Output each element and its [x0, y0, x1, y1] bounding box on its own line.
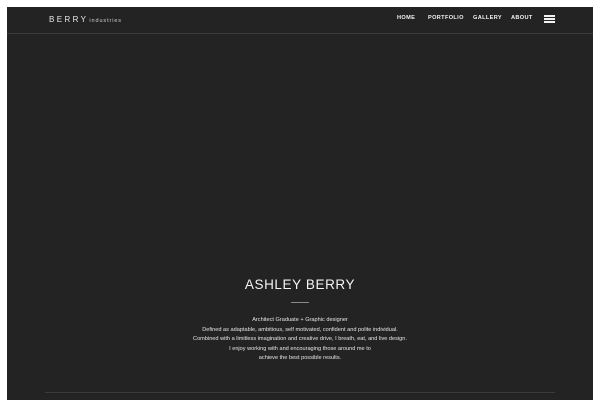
bio-text: Architect Graduate + Graphic designer De…: [7, 316, 593, 364]
brand-logo[interactable]: BERRY industries: [49, 15, 122, 25]
header-divider: [7, 33, 593, 34]
bio-line: I enjoy working with and encouraging tho…: [229, 345, 371, 352]
nav-item-portfolio[interactable]: PORTFOLIO: [428, 15, 464, 21]
logo-subtitle: industries: [89, 18, 122, 24]
bio-line: Architect Graduate + Graphic designer: [252, 317, 348, 323]
nav-item-gallery[interactable]: GALLERY: [473, 15, 502, 21]
bio-line: Combined with a limitless imagination an…: [193, 336, 407, 343]
hero-title: ASHLEY BERRY: [244, 277, 356, 292]
logo-wordmark: BERRY: [49, 15, 89, 24]
top-navigation-bar: BERRY industries HOME PORTFOLIO GALLERY …: [7, 7, 593, 32]
nav-item-home[interactable]: HOME: [397, 15, 415, 21]
footer-divider: [45, 392, 555, 393]
hamburger-menu-icon[interactable]: [544, 15, 555, 23]
nav-item-about[interactable]: ABOUT: [511, 15, 533, 21]
bio-line: Defined as adaptable, ambitious, self mo…: [202, 326, 398, 333]
page-frame: BERRY industries HOME PORTFOLIO GALLERY …: [7, 7, 593, 400]
bio-line: achieve the best possible results.: [258, 355, 342, 362]
title-underline: [291, 302, 309, 303]
